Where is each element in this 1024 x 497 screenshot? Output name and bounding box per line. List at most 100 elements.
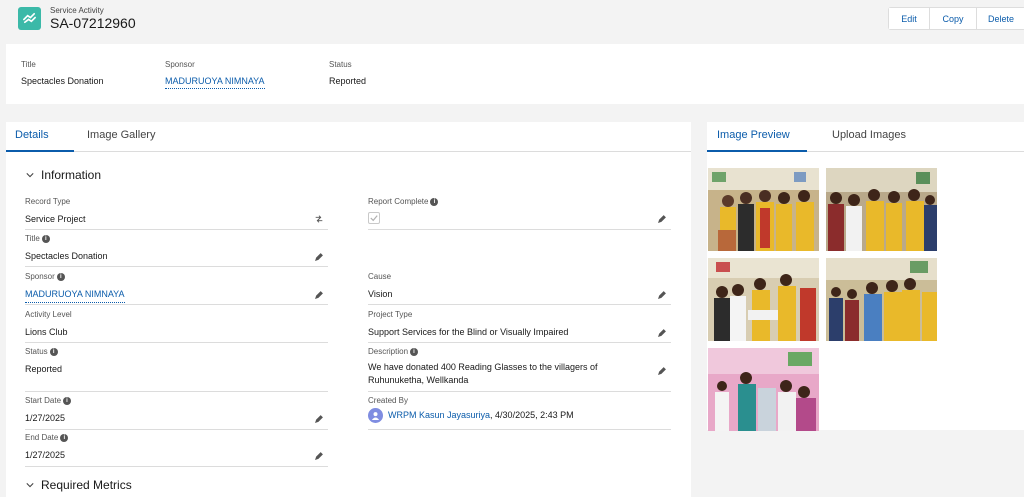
service-activity-icon — [18, 7, 41, 30]
edit-pencil-icon[interactable] — [314, 252, 324, 262]
checkmark-icon — [370, 215, 378, 222]
image-panel: Image Preview Upload Images — [707, 122, 1024, 431]
end-date-label: End Date — [25, 433, 59, 442]
event-photo-thumbnail[interactable] — [826, 168, 937, 251]
activity-level-value: Lions Club — [25, 327, 68, 337]
edit-button[interactable]: Edit — [889, 8, 930, 29]
tab-image-gallery[interactable]: Image Gallery — [87, 129, 155, 141]
user-avatar-icon — [368, 408, 383, 423]
delete-button[interactable]: Delete — [977, 8, 1024, 29]
info-icon[interactable]: i — [60, 433, 69, 442]
active-tab-indicator — [6, 150, 74, 152]
tab-details[interactable]: Details — [15, 129, 49, 141]
highlight-title-label: Title — [21, 60, 36, 69]
image-tabs: Image Preview Upload Images — [707, 122, 1024, 152]
report-complete-label: Report Complete — [368, 197, 429, 206]
field-sponsor: Sponsor i MADURUOYA NIMNAYA — [25, 272, 328, 305]
record-type-label: Record Type — [25, 197, 71, 206]
end-date-value: 1/27/2025 — [25, 450, 66, 460]
cause-value: Vision — [368, 289, 393, 299]
edit-pencil-icon[interactable] — [657, 328, 667, 338]
edit-pencil-icon[interactable] — [314, 451, 324, 461]
created-by-datetime: , 4/30/2025, 2:43 PM — [490, 410, 574, 420]
project-type-value: Support Services for the Blind or Visual… — [368, 327, 569, 337]
start-date-label-row: Start Date i — [25, 396, 328, 405]
field-report-complete: Report Complete i — [368, 197, 671, 230]
record-type-value: Service Project — [25, 214, 86, 224]
sponsor-link[interactable]: MADURUOYA NIMNAYA — [25, 288, 125, 303]
record-actions: Edit Copy Delete — [888, 7, 1024, 30]
description-label-row: Description i — [368, 347, 671, 356]
status-label-row: Status i — [25, 347, 328, 356]
field-record-type: Record Type Service Project — [25, 197, 328, 230]
tab-image-preview[interactable]: Image Preview — [717, 129, 790, 141]
details-panel: Details Image Gallery Information Record… — [6, 122, 691, 497]
highlight-status-label: Status — [329, 60, 352, 69]
object-type-label: Service Activity — [50, 6, 104, 15]
status-value: Reported — [25, 364, 63, 374]
status-label: Status — [25, 347, 48, 356]
edit-pencil-icon[interactable] — [657, 366, 667, 376]
created-by-label: Created By — [368, 396, 409, 405]
highlight-status-value: Reported — [329, 76, 367, 86]
event-photo-thumbnail[interactable] — [826, 258, 937, 341]
info-icon[interactable]: i — [41, 234, 50, 243]
highlights-panel: Title Spectacles Donation Sponsor MADURU… — [6, 44, 1024, 104]
start-date-label: Start Date — [25, 396, 62, 405]
tab-upload-images[interactable]: Upload Images — [832, 129, 906, 141]
field-cause: Cause Vision — [368, 272, 671, 305]
section-required-metrics-toggle[interactable]: Required Metrics — [26, 478, 132, 492]
report-complete-checkbox[interactable] — [368, 212, 380, 224]
title-value: Spectacles Donation — [25, 251, 108, 261]
info-icon[interactable]: i — [49, 347, 58, 356]
start-date-value: 1/27/2025 — [25, 413, 66, 423]
title-label-row: Title i — [25, 234, 328, 243]
edit-pencil-icon[interactable] — [657, 214, 667, 224]
created-by-row: WRPM Kasun Jayasuriya, 4/30/2025, 2:43 P… — [368, 408, 671, 423]
copy-button[interactable]: Copy — [930, 8, 977, 29]
field-end-date: End Date i 1/27/2025 — [25, 433, 328, 467]
section-required-metrics-title: Required Metrics — [41, 478, 132, 492]
activity-level-label: Activity Level — [25, 310, 72, 319]
field-description: Description i We have donated 400 Reading… — [368, 347, 671, 392]
field-title: Title i Spectacles Donation — [25, 234, 328, 267]
active-tab-indicator — [707, 150, 807, 152]
sponsor-label: Sponsor — [25, 272, 55, 281]
record-name: SA-07212960 — [50, 15, 136, 31]
highlight-title-value: Spectacles Donation — [21, 76, 104, 86]
field-start-date: Start Date i 1/27/2025 — [25, 396, 328, 430]
section-information-toggle[interactable]: Information — [26, 168, 101, 182]
end-date-label-row: End Date i — [25, 433, 328, 442]
event-photo-thumbnail[interactable] — [708, 168, 819, 251]
event-photo-thumbnail[interactable] — [708, 348, 819, 431]
info-icon[interactable]: i — [56, 272, 65, 281]
info-icon[interactable]: i — [430, 197, 439, 206]
highlight-status: Status Reported — [329, 60, 366, 86]
section-information-title: Information — [41, 168, 102, 182]
cause-label: Cause — [368, 272, 392, 281]
details-tabs: Details Image Gallery — [6, 122, 691, 152]
info-icon[interactable]: i — [63, 396, 72, 405]
title-label: Title — [25, 234, 40, 243]
edit-pencil-icon[interactable] — [314, 414, 324, 424]
description-value: We have donated 400 Reading Glasses to t… — [368, 362, 598, 385]
created-by-user-link[interactable]: WRPM Kasun Jayasuriya — [388, 409, 490, 422]
change-record-type-icon[interactable] — [314, 214, 324, 224]
highlight-title: Title Spectacles Donation — [21, 60, 104, 86]
field-status: Status i Reported — [25, 347, 328, 392]
field-project-type: Project Type Support Services for the Bl… — [368, 310, 671, 343]
chevron-down-icon — [26, 173, 34, 178]
chevron-down-icon — [26, 483, 34, 488]
highlight-sponsor-link[interactable]: MADURUOYA NIMNAYA — [165, 76, 265, 89]
event-photo-thumbnail[interactable] — [708, 258, 819, 341]
highlight-sponsor-label: Sponsor — [165, 60, 195, 69]
edit-pencil-icon[interactable] — [657, 290, 667, 300]
sponsor-label-row: Sponsor i — [25, 272, 328, 281]
edit-pencil-icon[interactable] — [314, 290, 324, 300]
field-activity-level: Activity Level Lions Club — [25, 310, 328, 343]
field-created-by: Created By WRPM Kasun Jayasuriya, 4/30/2… — [368, 396, 671, 430]
info-icon[interactable]: i — [410, 347, 419, 356]
record-header: Service Activity SA-07212960 Edit Copy D… — [0, 0, 1024, 44]
description-label: Description — [368, 347, 409, 356]
report-complete-label-row: Report Complete i — [368, 197, 671, 206]
